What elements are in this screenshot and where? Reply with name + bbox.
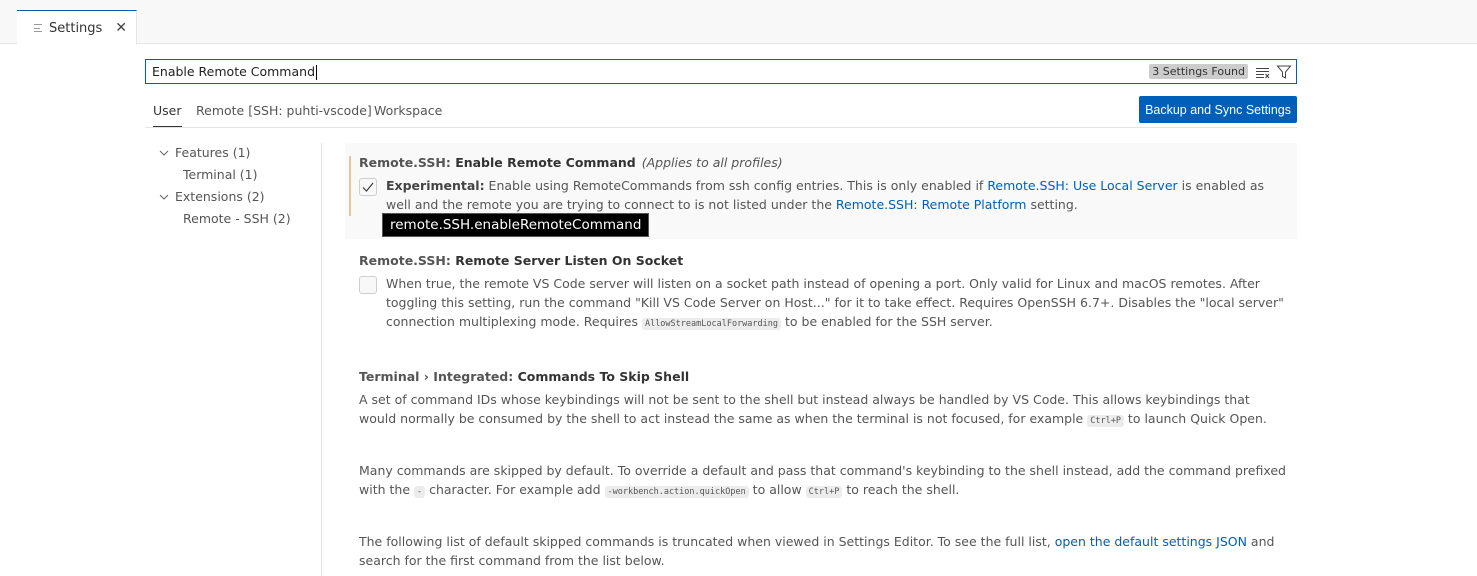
open-default-settings-json-link[interactable]: open the default settings JSON [1055, 534, 1247, 549]
settings-tab[interactable]: Settings ✕ [17, 10, 137, 45]
listen-on-socket-checkbox[interactable] [359, 276, 377, 294]
toc-label: Features (1) [175, 145, 251, 160]
backup-sync-button[interactable]: Backup and Sync Settings [1139, 96, 1297, 123]
chevron-down-icon [159, 192, 169, 202]
settings-lines-icon [34, 23, 44, 33]
setting-description: When true, the remote VS Code server wil… [386, 276, 1284, 330]
setting-description: Experimental: Enable using RemoteCommand… [386, 178, 1265, 212]
use-local-server-link[interactable]: Remote.SSH: Use Local Server [987, 178, 1177, 193]
tab-remote[interactable]: Remote [SSH: puhti-vscode] [196, 103, 372, 126]
toc-item-terminal[interactable]: Terminal (1) [183, 167, 258, 182]
settings-scope-tabs: User Remote [SSH: puhti-vscode] Workspac… [145, 96, 1297, 128]
setting-description-para-3: The following list of default skipped co… [359, 534, 1275, 568]
setting-id-tooltip: remote.SSH.enableRemoteCommand [382, 213, 650, 237]
settings-search-input[interactable]: Enable Remote Command 3 Settings Found [145, 59, 1297, 84]
clear-filter-icon[interactable] [1254, 63, 1272, 81]
toc-item-remote-ssh[interactable]: Remote - SSH (2) [183, 211, 291, 226]
editor-tab-bar: Settings ✕ [0, 0, 1477, 45]
inline-code: AllowStreamLocalForwarding [641, 318, 782, 330]
setting-title: Remote.SSH: Remote Server Listen On Sock… [359, 253, 684, 268]
enable-remote-command-checkbox[interactable] [359, 178, 377, 196]
toc-item-features[interactable]: Features (1) [159, 145, 250, 160]
toc-label: Remote - SSH (2) [183, 211, 291, 226]
toc-label: Terminal (1) [183, 167, 258, 182]
setting-description-para-2: Many commands are skipped by default. To… [359, 463, 1286, 498]
modified-indicator [349, 156, 351, 216]
setting-title: Remote.SSH: Enable Remote Command (Applie… [359, 155, 783, 170]
setting-title: Terminal › Integrated: Commands To Skip … [359, 369, 690, 384]
toc-divider [321, 143, 322, 576]
check-icon [362, 182, 374, 192]
search-value[interactable]: Enable Remote Command [152, 64, 1149, 80]
remote-platform-link[interactable]: Remote.SSH: Remote Platform [836, 197, 1027, 212]
toc-label: Extensions (2) [175, 189, 265, 204]
results-count-badge: 3 Settings Found [1149, 64, 1248, 79]
setting-remote-server-listen-on-socket: Remote.SSH: Remote Server Listen On Sock… [345, 241, 1297, 341]
setting-description-para-1: A set of command IDs whose keybindings w… [359, 392, 1267, 427]
inline-code: Ctrl+P [805, 486, 843, 498]
close-icon[interactable]: ✕ [115, 21, 127, 35]
setting-commands-to-skip-shell: Terminal › Integrated: Commands To Skip … [345, 357, 1297, 576]
toc-item-extensions[interactable]: Extensions (2) [159, 189, 265, 204]
tab-label: Settings [49, 20, 103, 36]
tab-workspace[interactable]: Workspace [374, 103, 442, 126]
chevron-down-icon [159, 148, 169, 158]
tab-user[interactable]: User [153, 103, 182, 127]
inline-code: -workbench.action.quickOpen [604, 486, 749, 498]
inline-code: - [413, 486, 426, 498]
inline-code: Ctrl+P [1087, 415, 1124, 427]
scope-note: (Applies to all profiles) [641, 155, 783, 170]
filter-icon[interactable] [1275, 63, 1293, 81]
